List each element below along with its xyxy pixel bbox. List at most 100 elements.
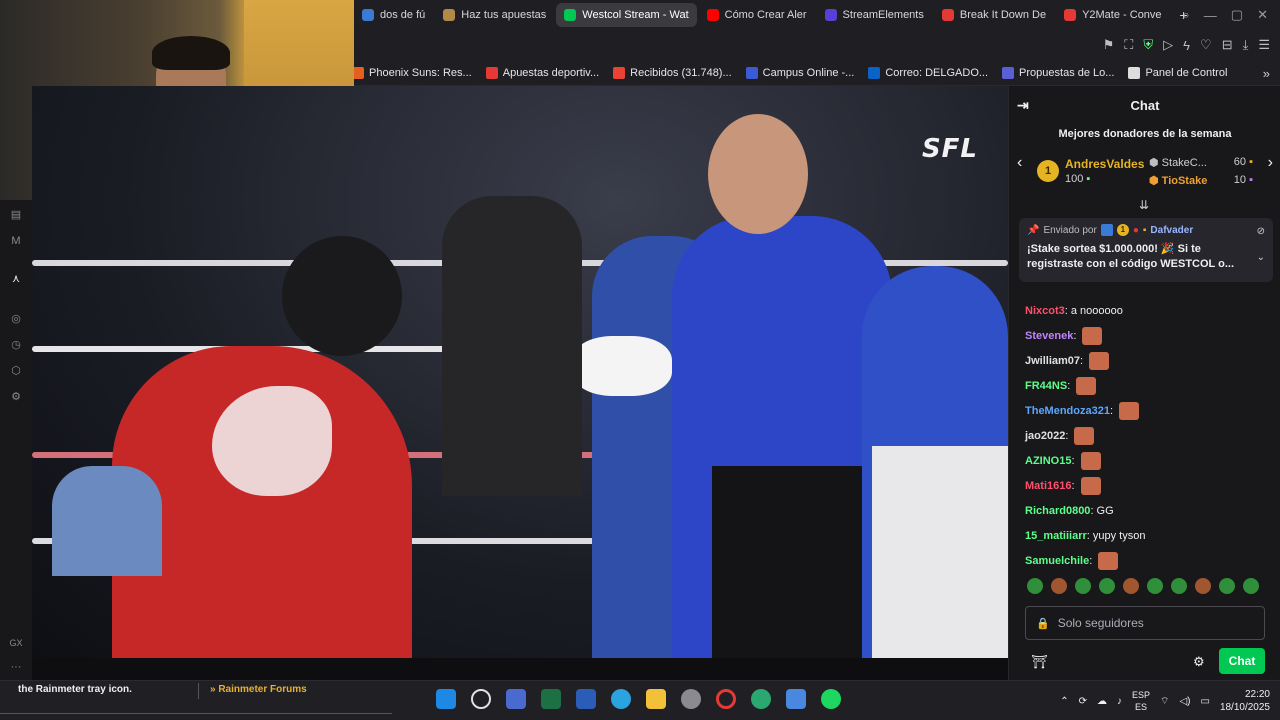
clock[interactable]: 22:20 18/10/2025 [1220,688,1270,714]
pin-icon[interactable]: ⚑ [1103,37,1115,53]
chevron-right-icon[interactable]: › [1268,154,1273,172]
browser-tab[interactable]: Y2Mate - Conve [1056,3,1169,27]
play-icon[interactable]: ▷ [1163,37,1173,53]
sidebar-history-icon[interactable]: ◷ [9,338,23,352]
tray-sync-icon[interactable]: ⟳ [1079,696,1087,707]
start-windows-icon[interactable] [436,689,456,709]
chat-username[interactable]: Nixcot3 [1025,305,1065,317]
channel-points-icon[interactable]: ⛩ [1031,654,1048,670]
sidebar-mail-icon[interactable]: M [9,234,23,248]
tab-label: Y2Mate - Conve [1082,9,1162,21]
chat-emote-icon [1098,551,1119,570]
bookmark-item[interactable]: Correo: DELGADO... [868,66,988,79]
quick-emote-icon[interactable] [1243,578,1259,594]
pinned-message[interactable]: 📌 Enviado por 1 ● ▪ Dafvader ¡Stake sort… [1019,218,1273,282]
bookmark-item[interactable]: Phoenix Suns: Res... [352,66,472,79]
menu-icon[interactable]: ☰ [1258,37,1270,53]
quick-emote-icon[interactable] [1027,578,1043,594]
quick-emote-icon[interactable] [1195,578,1211,594]
quick-emote-icon[interactable] [1075,578,1091,594]
close-icon[interactable]: ✕ [1257,7,1268,23]
browser-tab[interactable]: Westcol Stream - Wat [556,3,697,27]
excel-icon[interactable] [541,689,561,709]
tray-overflow-icon[interactable]: ⌃ [1060,696,1068,707]
chat-username[interactable]: FR44NS [1025,380,1067,392]
donor-2-name[interactable]: ⬢ StakeC... [1149,156,1207,169]
browser-tab[interactable]: StreamElements [817,3,932,27]
chat-username[interactable]: Stevenek [1025,330,1073,342]
quick-emote-icon[interactable] [1219,578,1235,594]
maximize-icon[interactable]: ▢ [1231,7,1243,23]
screenshot-icon[interactable]: ⛶ [1124,37,1133,53]
sidebar-aria-icon[interactable]: ⋏ [9,272,23,286]
telegram-icon[interactable] [611,689,631,709]
sidebar-wallet-icon[interactable]: ◎ [9,312,23,326]
bookmark-item[interactable]: Panel de Control [1128,66,1227,79]
sidebar-settings-icon[interactable]: ⚙ [9,390,23,404]
video-player[interactable]: SFL [32,86,1008,658]
top-donor-name[interactable]: AndresValdes [1065,157,1144,171]
quick-emote-icon[interactable] [1051,578,1067,594]
wallet-icon[interactable]: ⊟ [1222,37,1233,53]
store-app-icon[interactable] [506,689,526,709]
opera-gx-icon[interactable] [716,689,736,709]
rainmeter-forums-link[interactable]: » Rainmeter Forums [210,684,307,695]
edge-icon[interactable] [751,689,771,709]
shield-icon[interactable]: ⛨ [1143,37,1153,53]
browser-tab[interactable]: dos de fú [354,3,433,27]
hide-pinned-icon[interactable]: ⊘ [1257,226,1265,237]
chat-username[interactable]: 15_matiiiarr [1025,530,1087,542]
chat-username[interactable]: TheMendoza321 [1025,405,1110,417]
send-chat-button[interactable]: Chat [1219,648,1265,674]
quick-emote-icon[interactable] [1171,578,1187,594]
bookmark-item[interactable]: Apuestas deportiv... [485,66,599,79]
microphone-icon[interactable]: ♪ [1117,696,1122,707]
quick-emote-icon[interactable] [1147,578,1163,594]
sidebar-app-icon[interactable]: ▤ [9,208,23,222]
browser-tab[interactable]: Cómo Crear Aler [699,3,815,27]
chat-username[interactable]: AZINO15 [1025,455,1071,467]
language-indicator[interactable]: ESP ES [1132,689,1150,713]
heart-icon[interactable]: ♡ [1200,37,1212,53]
chat-username[interactable]: Richard0800 [1025,505,1090,517]
spotify-icon[interactable] [821,689,841,709]
bookmark-item[interactable]: Propuestas de Lo... [1002,66,1114,79]
word-icon[interactable] [576,689,596,709]
gear-icon[interactable]: ⚙ [1193,654,1205,670]
chat-username[interactable]: Mati1616 [1025,480,1071,492]
chevron-down-icon[interactable]: ⌄ [1257,252,1265,263]
volume-icon[interactable]: ◁) [1179,696,1190,707]
browser-tab[interactable]: Break It Down De [934,3,1054,27]
tab-label: Break It Down De [959,9,1047,21]
tray-cloud-icon[interactable]: ☁ [1097,696,1107,707]
quick-emote-icon[interactable] [1099,578,1115,594]
chat-username[interactable]: Jwilliam07 [1025,355,1080,367]
bookmarks-overflow-icon[interactable]: » [1263,60,1270,86]
file-explorer-icon[interactable] [646,689,666,709]
search-icon[interactable] [471,689,491,709]
scroll-down-icon[interactable]: ⇊ [1139,198,1149,212]
bookmark-item[interactable]: Recibidos (31.748)... [613,66,732,79]
donor-3-name[interactable]: ⬢ TioStake [1149,174,1207,187]
lightning-icon[interactable]: ϟ [1183,38,1190,53]
download-icon[interactable]: ⤓ [1243,37,1249,53]
chat-input[interactable]: 🔒 Solo seguidores [1025,606,1265,640]
bits-icon: ▪ [1086,173,1091,185]
browser-tab[interactable]: Haz tus apuestas [435,3,554,27]
collapse-chat-icon[interactable]: ⇥ [1017,97,1029,114]
chevron-left-icon[interactable]: ‹ [1017,154,1022,172]
bookmark-item[interactable]: Campus Online -... [745,66,854,79]
app-icon[interactable] [786,689,806,709]
search-tabs-icon[interactable]: ⌕ [1183,7,1190,23]
sidebar-extensions-icon[interactable]: ⬡ [9,364,23,378]
pinned-username[interactable]: Dafvader [1150,225,1193,236]
quick-emote-icon[interactable] [1123,578,1139,594]
chat-username[interactable]: Samuelchile [1025,555,1089,567]
sidebar-gx-icon[interactable]: GX [9,636,23,650]
chat-username[interactable]: jao2022 [1025,430,1065,442]
github-icon[interactable] [681,689,701,709]
battery-icon[interactable]: ▭ [1200,696,1209,707]
minimize-icon[interactable]: — [1204,8,1217,23]
wifi-icon[interactable]: ⌔ [1160,695,1169,708]
sidebar-more-icon[interactable]: ··· [9,660,23,674]
